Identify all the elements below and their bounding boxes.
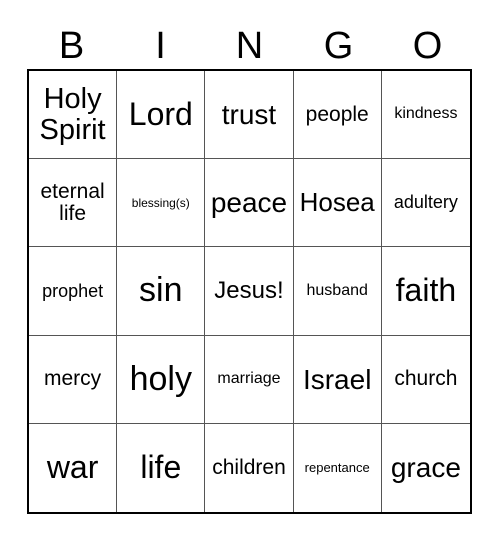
header-letter-o: O — [412, 24, 443, 67]
bingo-cell[interactable]: blessing(s) — [117, 159, 206, 248]
bingo-cell[interactable]: life — [117, 423, 206, 512]
bingo-cell-label: sin — [139, 271, 183, 310]
bingo-cell-label: mercy — [44, 367, 102, 391]
bingo-grid: Holy Spirit Lord trust people kindness e… — [27, 69, 472, 514]
bingo-cell[interactable]: mercy — [29, 335, 118, 424]
bingo-cell-label: life — [140, 449, 182, 486]
bingo-cell-label: peace — [210, 187, 288, 219]
bingo-cell-label: blessing(s) — [131, 195, 190, 210]
bingo-cell[interactable]: Israel — [293, 335, 382, 424]
bingo-cell-label: marriage — [217, 369, 281, 387]
bingo-cell[interactable]: church — [381, 335, 470, 424]
bingo-card: B I N G O Holy Spirit Lord trust people … — [0, 0, 500, 544]
bingo-cell-label: children — [212, 455, 286, 479]
bingo-cell-label: eternal life — [40, 179, 105, 225]
bingo-cell[interactable]: Holy Spirit — [29, 71, 118, 160]
bingo-cell[interactable]: kindness — [381, 71, 470, 160]
bingo-cell-label: Holy Spirit — [39, 83, 106, 146]
bingo-cell-label: kindness — [394, 105, 458, 123]
header-letter-b: B — [58, 24, 85, 67]
bingo-cell-label: trust — [221, 99, 277, 131]
bingo-cell[interactable]: people — [293, 71, 382, 160]
bingo-cell[interactable]: husband — [293, 247, 382, 336]
bingo-cell-label: repentance — [304, 460, 370, 476]
bingo-cell[interactable]: Lord — [117, 71, 206, 160]
header-letter-n: N — [235, 24, 264, 67]
bingo-cell-label: people — [305, 102, 369, 126]
bingo-cell[interactable]: war — [29, 423, 118, 512]
bingo-cell-label: grace — [390, 452, 461, 484]
bingo-cell[interactable]: holy — [117, 335, 206, 424]
bingo-cell-label: war — [46, 449, 99, 486]
bingo-cell[interactable]: repentance — [293, 423, 382, 512]
bingo-cell[interactable]: peace — [205, 159, 294, 248]
bingo-cell-label: husband — [306, 281, 368, 299]
header-letter-i: I — [155, 24, 166, 67]
bingo-cell[interactable]: faith — [381, 247, 470, 336]
bingo-cell-label: holy — [129, 359, 192, 398]
header-letter-g: G — [323, 24, 354, 67]
bingo-cell[interactable]: Jesus! — [205, 247, 294, 336]
bingo-cell[interactable]: grace — [381, 423, 470, 512]
bingo-cell[interactable]: children — [205, 423, 294, 512]
bingo-cell[interactable]: marriage — [205, 335, 294, 424]
bingo-cell[interactable]: adultery — [381, 159, 470, 248]
bingo-cell-label: Lord — [128, 95, 193, 132]
bingo-cell-label: church — [394, 367, 458, 391]
bingo-cell[interactable]: prophet — [29, 247, 118, 336]
bingo-cell-label: Israel — [302, 363, 372, 395]
bingo-cell-label: prophet — [42, 280, 104, 301]
bingo-cell[interactable]: trust — [205, 71, 294, 160]
bingo-cell-label: Jesus! — [214, 276, 284, 304]
bingo-header: B I N G O — [27, 22, 472, 69]
bingo-cell-label: faith — [395, 272, 457, 309]
bingo-cell-label: adultery — [393, 192, 458, 213]
bingo-cell-label: Hosea — [299, 187, 375, 218]
bingo-cell[interactable]: eternal life — [29, 159, 118, 248]
bingo-cell[interactable]: Hosea — [293, 159, 382, 248]
bingo-cell[interactable]: sin — [117, 247, 206, 336]
